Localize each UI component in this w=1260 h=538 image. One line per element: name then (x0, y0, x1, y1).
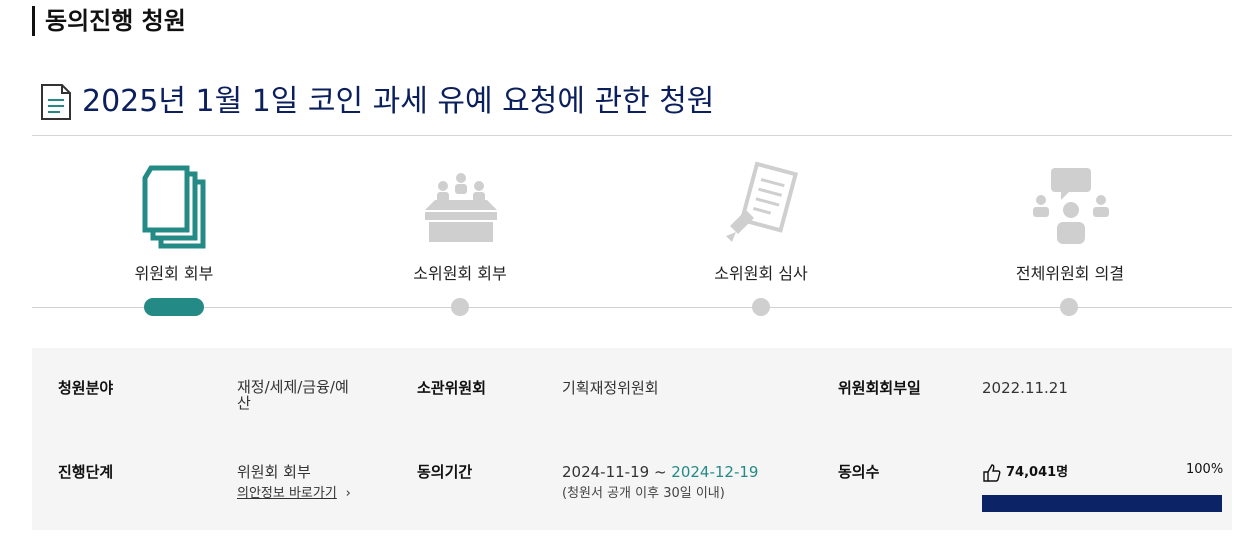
plenary-speech-icon (1033, 168, 1109, 244)
step-label: 전체위원회 의결 (1015, 264, 1125, 283)
field-value-line: 재정/세제/금융/예 (237, 378, 349, 396)
field-value: 재정/세제/금융/예 산 (237, 379, 349, 411)
bill-info-link[interactable]: 의안정보 바로가기 › (237, 483, 351, 503)
period-start: 2024-11-19 ~ (562, 463, 672, 481)
meeting-table-icon (425, 173, 497, 242)
step-label: 소위원회 회부 (413, 264, 507, 283)
section-title: 동의진행 청원 (32, 6, 186, 36)
documents-icon (142, 165, 206, 249)
step-plenary-resolution: 전체위원회 의결 (980, 160, 1160, 284)
progress-steps: 위원회 회부 소위원회 회부 소위원회 심사 전체위원회 의결 (32, 160, 1232, 330)
step-label: 위원회 회부 (134, 264, 214, 283)
step-indicator (752, 298, 770, 316)
title-divider (32, 135, 1232, 136)
agree-count-value: 74,041명 (1006, 465, 1069, 480)
agree-label: 동의수 (838, 463, 880, 481)
stage-value: 위원회 회부 (237, 463, 311, 481)
agree-count: 74,041명 (982, 463, 1068, 483)
committee-label: 소관위원회 (417, 379, 487, 397)
committee-value: 기획재정위원회 (562, 379, 659, 397)
agree-progress-fill (982, 495, 1222, 512)
review-document-icon (726, 161, 799, 242)
stage-label: 진행단계 (58, 463, 114, 481)
thumbs-up-icon (983, 464, 1001, 482)
step-committee-referral: 위원회 회부 (84, 160, 264, 284)
petition-info-table: 청원분야 재정/세제/금융/예 산 소관위원회 기획재정위원회 위원회회부일 2… (32, 348, 1232, 530)
step-subcommittee-review: 소위원회 심사 (671, 160, 851, 284)
referral-date-value: 2022.11.21 (982, 379, 1068, 397)
field-label: 청원분야 (58, 379, 114, 397)
petition-header: 2025년 1월 1일 코인 과세 유예 요청에 관한 청원 (40, 80, 714, 124)
referral-date-label: 위원회회부일 (838, 379, 921, 397)
step-indicator (451, 298, 469, 316)
step-label: 소위원회 심사 (714, 264, 808, 283)
step-subcommittee-referral: 소위원회 회부 (370, 160, 550, 284)
document-icon (41, 84, 71, 120)
field-value-line: 산 (237, 394, 251, 412)
step-indicator-active (144, 298, 204, 316)
agree-progress-bar (982, 495, 1222, 512)
petition-title: 2025년 1월 1일 코인 과세 유예 요청에 관한 청원 (82, 84, 715, 119)
agree-percent: 100% (1186, 462, 1224, 477)
period-label: 동의기간 (417, 463, 473, 481)
bill-info-link-label[interactable]: 의안정보 바로가기 (237, 486, 337, 501)
progress-track (32, 307, 1232, 308)
period-value: 2024-11-19 ~ 2024-12-19 (562, 463, 758, 481)
chevron-right-icon: › (345, 486, 351, 501)
period-end: 2024-12-19 (671, 463, 759, 481)
period-note: (청원서 공개 이후 30일 이내) (562, 486, 725, 501)
step-indicator (1060, 298, 1078, 316)
